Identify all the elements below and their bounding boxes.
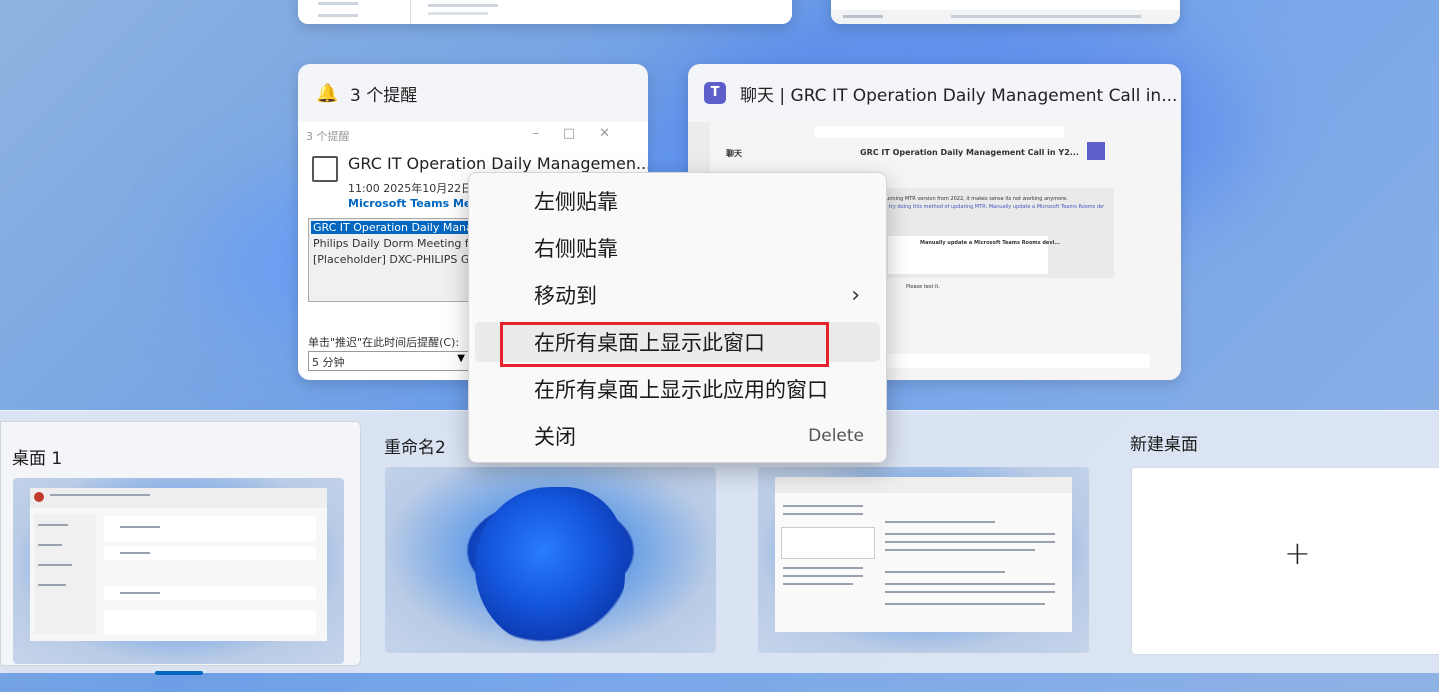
menu-item-snap-left[interactable]: 左侧贴靠: [475, 181, 880, 221]
dropdown-arrow-icon: ▼: [457, 353, 465, 364]
list-item[interactable]: Philips Daily Dorm Meeting f: [313, 237, 469, 250]
active-desktop-indicator: [155, 671, 203, 675]
menu-item-close[interactable]: 关闭 Delete: [475, 416, 880, 456]
plus-icon: +: [1284, 534, 1311, 572]
desktop-thumbnail[interactable]: [13, 478, 344, 664]
message: Please test it.: [906, 284, 940, 290]
desktop-thumbnail[interactable]: [385, 467, 716, 653]
chat-header: 聊天: [726, 149, 742, 158]
window-preview-top-left[interactable]: [298, 0, 792, 24]
list-item[interactable]: [Placeholder] DXC-PHILIPS G: [313, 253, 469, 266]
meeting-title: GRC IT Operation Daily Management Call i…: [860, 148, 1079, 157]
desktop-title[interactable]: 桌面 1: [12, 444, 62, 469]
chevron-right-icon: ›: [851, 282, 860, 308]
inner-title: 3 个提醒: [306, 130, 350, 143]
menu-item-move-to[interactable]: 移动到 ›: [475, 275, 880, 315]
new-desktop-button[interactable]: +: [1131, 467, 1439, 655]
snooze-select[interactable]: 5 分钟 ▼: [308, 351, 470, 371]
event-time: 11:00 2025年10月22日星: [348, 182, 484, 195]
menu-item-show-app-windows-on-all-desktops[interactable]: 在所有桌面上显示此应用的窗口: [475, 369, 880, 409]
snooze-label: 单击"推迟"在此时间后提醒(C):: [308, 336, 460, 349]
window-preview-top-right[interactable]: [831, 0, 1180, 24]
new-desktop-title[interactable]: 新建桌面: [1130, 430, 1198, 455]
teams-icon: T: [704, 82, 726, 104]
event-title: GRC IT Operation Daily Managemen...: [348, 154, 648, 173]
window-title: 3 个提醒: [350, 85, 418, 106]
window-controls: –□✕: [532, 126, 634, 141]
context-menu: 左侧贴靠 右侧贴靠 移动到 › 在所有桌面上显示此窗口 在所有桌面上显示此应用的…: [468, 172, 887, 463]
menu-item-snap-right[interactable]: 右侧贴靠: [475, 228, 880, 268]
shortcut-label: Delete: [808, 426, 864, 446]
calendar-icon: [312, 156, 338, 182]
desktop-1-tile[interactable]: 桌面 1: [0, 421, 361, 675]
list-item[interactable]: GRC IT Operation Daily Mana: [311, 221, 483, 234]
desktop-thumbnail[interactable]: [758, 467, 1089, 653]
desktop-title[interactable]: 重命名2: [384, 433, 446, 458]
highlight-box: [500, 322, 829, 367]
window-title: 聊天 | GRC IT Operation Daily Management C…: [740, 85, 1178, 106]
avatar: [1087, 142, 1105, 160]
bell-icon: 🔔: [316, 83, 339, 104]
